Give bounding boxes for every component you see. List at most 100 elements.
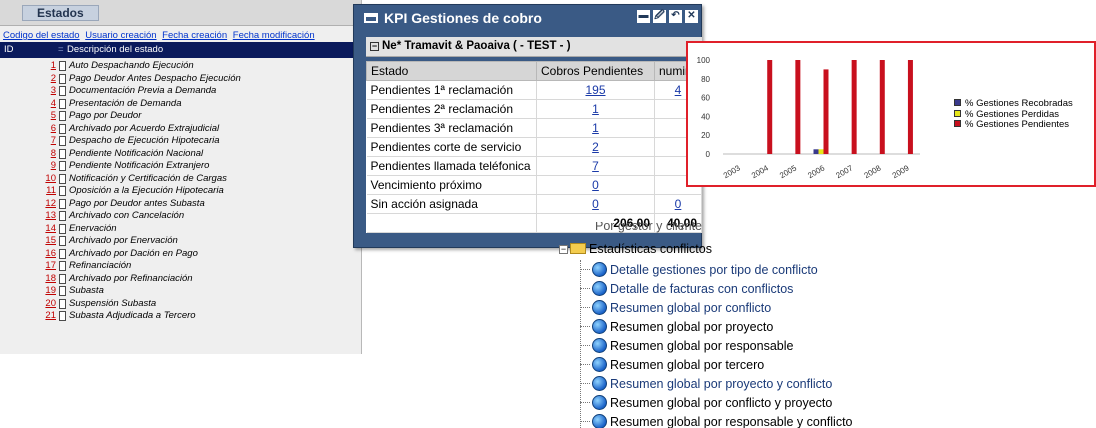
estado-id-link[interactable]: 3 — [51, 85, 56, 96]
cobros-link[interactable]: 195 — [536, 80, 655, 100]
tree-node-fragment[interactable]: Por gestor y cliente — [595, 222, 702, 233]
table-row[interactable]: 1 Auto Despachando Ejecución — [0, 60, 361, 73]
x-tick-label: 2009 — [891, 163, 911, 180]
document-icon — [59, 273, 66, 284]
cobros-link[interactable]: 0 — [536, 194, 655, 214]
table-row[interactable]: 5 Pago por Deudor — [0, 110, 361, 123]
table-row[interactable]: 11 Oposición a la Ejecución Hipotecaria — [0, 185, 361, 198]
table-row[interactable]: 4 Presentación de Demanda — [0, 98, 361, 111]
estado-id-link[interactable]: 17 — [45, 260, 56, 271]
x-tick-label: 2008 — [863, 163, 883, 180]
estado-id-link[interactable]: 1 — [51, 60, 56, 71]
estado-id-link[interactable]: 10 — [45, 173, 56, 184]
estado-id-link[interactable]: 12 — [45, 198, 56, 209]
tree-item[interactable]: Resumen global por proyecto y conflicto — [580, 376, 832, 395]
table-row[interactable]: 14 Enervación — [0, 223, 361, 236]
tree-item[interactable]: Detalle de facturas con conflictos — [580, 281, 793, 300]
sort-link-codigo[interactable]: Codigo del estado — [3, 30, 80, 41]
document-icon — [59, 311, 66, 321]
estado-id-link[interactable]: 14 — [45, 223, 56, 234]
table-row: Pendientes llamada teléfonica 7 — [366, 156, 702, 176]
kpi-title-bar[interactable]: KPI Gestiones de cobro ▬ 🖉 ↶ ✕ — [354, 5, 701, 31]
window-icon — [364, 13, 378, 23]
estado-id-link[interactable]: 9 — [51, 160, 56, 171]
document-icon — [59, 236, 66, 246]
cobros-link[interactable]: 7 — [536, 156, 655, 176]
estado-id-link[interactable]: 6 — [51, 123, 56, 134]
estado-id-link[interactable]: 7 — [51, 135, 56, 146]
table-row[interactable]: 9 Pendiente Notificación Extranjero — [0, 160, 361, 173]
table-row[interactable]: 21 Subasta Adjudicada a Tercero — [0, 310, 361, 323]
legend-swatch — [954, 99, 961, 106]
table-row[interactable]: 20 Suspensión Subasta — [0, 298, 361, 311]
table-row[interactable]: 15 Archivado por Enervación — [0, 235, 361, 248]
table-row[interactable]: 6 Archivado por Acuerdo Extrajudicial — [0, 123, 361, 136]
tree-item[interactable]: Resumen global por tercero — [580, 357, 764, 376]
tree-item[interactable]: Resumen global por conflicto — [580, 300, 771, 319]
table-row[interactable]: 19 Subasta — [0, 285, 361, 298]
estado-id-link[interactable]: 20 — [45, 298, 56, 309]
bar-2009-2 — [907, 60, 913, 154]
tree-item[interactable]: Detalle gestiones por tipo de conflicto — [580, 262, 818, 281]
table-row[interactable]: 2 Pago Deudor Antes Despacho Ejecución — [0, 73, 361, 86]
report-globe-icon — [592, 395, 607, 410]
estado-id-link[interactable]: 19 — [45, 285, 56, 296]
tree-item[interactable]: Resumen global por proyecto — [580, 319, 773, 338]
table-row[interactable]: 13 Archivado con Cancelación — [0, 210, 361, 223]
estado-cell: Pendientes 3ª reclamación — [366, 118, 537, 138]
column-header-descripcion[interactable]: Descripción del estado — [67, 44, 163, 55]
table-row[interactable]: 16 Archivado por Dación en Pago — [0, 248, 361, 261]
sort-link-fecha-modificacion[interactable]: Fecha modificación — [233, 30, 315, 41]
cobros-link[interactable]: 1 — [536, 118, 655, 138]
table-row[interactable]: 10 Notificación y Certificación de Cargas — [0, 173, 361, 186]
estado-id-link[interactable]: 21 — [45, 310, 56, 321]
restore-icon[interactable]: ↶ — [669, 10, 682, 23]
table-row: Pendientes corte de servicio 2 — [366, 137, 702, 157]
tree-item[interactable]: Resumen global por responsable — [580, 338, 793, 357]
column-header-id[interactable]: ID — [4, 44, 14, 55]
chart-legend: % Gestiones Recobradas% Gestiones Perdid… — [954, 98, 1073, 131]
table-row[interactable]: 8 Pendiente Notificación Nacional — [0, 148, 361, 161]
minimize-icon[interactable]: ▬ — [637, 10, 650, 23]
close-icon[interactable]: ✕ — [685, 10, 698, 23]
estado-description: Oposición a la Ejecución Hipotecaria — [69, 185, 224, 196]
collapse-icon[interactable]: − — [559, 245, 568, 254]
estado-id-link[interactable]: 2 — [51, 73, 56, 84]
bar-2005-2 — [795, 60, 801, 154]
collapse-toggle-icon[interactable]: − — [370, 42, 379, 51]
tree-folder-estadisticas[interactable]: − Estadísticas conflictos — [559, 242, 712, 256]
x-tick-label: 2007 — [834, 163, 854, 180]
estado-cell: Pendientes 2ª reclamación — [366, 99, 537, 119]
estado-id-link[interactable]: 18 — [45, 273, 56, 284]
tree-item[interactable]: Resumen global por responsable y conflic… — [580, 414, 853, 428]
table-row[interactable]: 7 Despacho de Ejecución Hipotecaria — [0, 135, 361, 148]
cobros-link[interactable]: 0 — [536, 175, 655, 195]
estado-description: Pendiente Notificación Extranjero — [69, 160, 210, 171]
document-icon — [59, 223, 66, 234]
table-row[interactable]: 3 Documentación Previa a Demanda — [0, 85, 361, 98]
estado-id-link[interactable]: 13 — [45, 210, 56, 221]
estado-id-link[interactable]: 15 — [45, 235, 56, 246]
edit-icon[interactable]: 🖉 — [653, 10, 666, 23]
estado-description: Enervación — [69, 222, 117, 234]
estado-id-link[interactable]: 8 — [51, 148, 56, 159]
sort-link-fecha-creacion[interactable]: Fecha creación — [162, 30, 227, 41]
tree-item[interactable]: Resumen global por conflicto y proyecto — [580, 395, 832, 414]
report-globe-icon — [592, 281, 607, 296]
sort-link-usuario[interactable]: Usuario creación — [85, 30, 156, 41]
table-row[interactable]: 12 Pago por Deudor antes Subasta — [0, 198, 361, 211]
cobros-link[interactable]: 2 — [536, 137, 655, 157]
estado-id-link[interactable]: 4 — [51, 98, 56, 109]
estado-cell: Sin acción asignada — [366, 194, 537, 214]
table-row[interactable]: 17 Refinanciación — [0, 260, 361, 273]
estados-panel: Estados Codigo del estado Usuario creaci… — [0, 0, 362, 354]
table-row[interactable]: 18 Archivado por Refinanciación — [0, 273, 361, 286]
cobros-link[interactable]: 1 — [536, 99, 655, 119]
tree-item-label: Resumen global por tercero — [610, 358, 765, 372]
y-tick-label: 20 — [701, 131, 710, 140]
estado-id-link[interactable]: 5 — [51, 110, 56, 121]
estado-id-link[interactable]: 11 — [46, 185, 56, 196]
legend-item: % Gestiones Pendientes — [954, 119, 1073, 131]
estado-id-link[interactable]: 16 — [45, 248, 56, 259]
num-link[interactable]: 0 — [654, 194, 702, 214]
